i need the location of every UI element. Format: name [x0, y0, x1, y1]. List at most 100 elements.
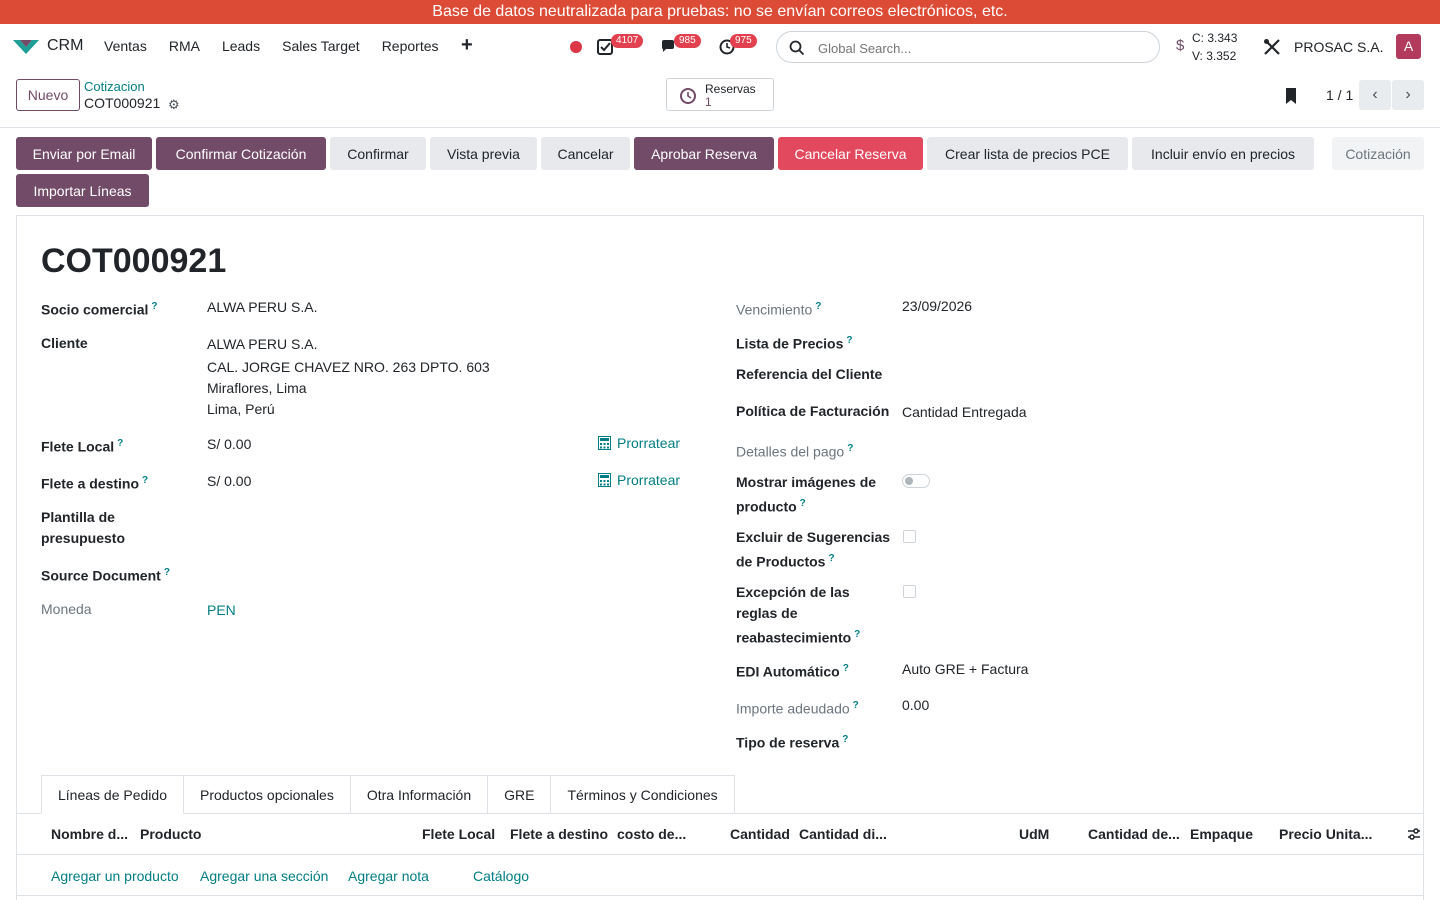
tab-terms[interactable]: Términos y Condiciones: [551, 775, 735, 814]
partner-field[interactable]: ALWA PERU S.A.: [207, 297, 317, 318]
help-icon: ?: [799, 498, 806, 509]
column-header-quantity[interactable]: Cantidad: [730, 826, 790, 842]
column-header-dest-freight[interactable]: Flete a destino: [510, 826, 608, 842]
confirm-quotation-button[interactable]: Confirmar Cotización: [156, 137, 326, 170]
pager-next-button[interactable]: ›: [1392, 80, 1424, 110]
dest-freight-field[interactable]: S/ 0.00: [207, 471, 251, 492]
help-icon: ?: [847, 443, 854, 454]
client-city: Miraflores, Lima: [207, 380, 307, 396]
pager-previous-button[interactable]: ‹: [1359, 80, 1391, 110]
approve-reservation-button[interactable]: Aprobar Reserva: [634, 137, 774, 170]
template-label: Plantilla de presupuesto: [41, 509, 126, 546]
show-images-toggle[interactable]: [902, 474, 930, 488]
currency-field[interactable]: PEN: [207, 600, 236, 621]
prorate-local-button[interactable]: Prorratear: [598, 435, 680, 451]
global-search[interactable]: [776, 31, 1160, 63]
help-icon: ?: [163, 567, 170, 578]
menu-item-reportes[interactable]: Reportes: [382, 38, 439, 54]
menu-item-ventas[interactable]: Ventas: [104, 38, 147, 54]
column-header-unit-price[interactable]: Precio Unita...: [1279, 826, 1372, 842]
rate-buy: C: 3.343: [1192, 31, 1238, 45]
tab-optional-products[interactable]: Productos opcionales: [183, 775, 351, 814]
amount-due-field: 0.00: [902, 697, 930, 713]
replenish-exception-label: Excepción de las reglas de reabastecimie…: [736, 584, 861, 646]
partner-label: Socio comercial?: [41, 301, 158, 318]
breadcrumb-parent[interactable]: Cotizacion: [84, 79, 145, 94]
currency-label: Moneda: [41, 601, 92, 617]
create-pricelist-button[interactable]: Crear lista de precios PCE: [927, 137, 1128, 170]
add-product-link[interactable]: Agregar un producto: [51, 868, 179, 884]
debug-tools-icon[interactable]: [1263, 38, 1281, 56]
payment-details-label: Detalles del pago?: [736, 443, 854, 460]
gear-icon[interactable]: ⚙: [168, 97, 180, 113]
messages-badge: 985: [674, 34, 701, 48]
menu-item-rma[interactable]: RMA: [169, 38, 200, 54]
menu-item-sales-target[interactable]: Sales Target: [282, 38, 360, 54]
client-street: CAL. JORGE CHAVEZ NRO. 263 DPTO. 603: [207, 359, 490, 375]
replenish-exception-checkbox[interactable]: [903, 585, 916, 598]
quick-create-plus-icon[interactable]: +: [461, 34, 473, 57]
confirm-button[interactable]: Confirmar: [330, 137, 426, 170]
global-search-input[interactable]: [818, 38, 1138, 58]
add-note-link[interactable]: Agregar nota: [348, 868, 429, 884]
dest-freight-label: Flete a destino?: [41, 475, 149, 492]
app-name[interactable]: CRM: [47, 37, 83, 55]
local-freight-label: Flete Local?: [41, 438, 124, 455]
client-name[interactable]: ALWA PERU S.A.: [207, 334, 317, 355]
exclude-suggestions-checkbox[interactable]: [903, 530, 916, 543]
user-avatar[interactable]: A: [1396, 34, 1421, 59]
local-freight-field[interactable]: S/ 0.00: [207, 434, 251, 455]
tab-order-lines[interactable]: Líneas de Pedido: [41, 775, 184, 814]
help-icon: ?: [846, 335, 853, 346]
amount-due-label: Importe adeudado?: [736, 700, 859, 717]
tab-gre[interactable]: GRE: [488, 775, 552, 814]
crm-logo-icon[interactable]: [12, 36, 40, 58]
column-header-qty-available[interactable]: Cantidad di...: [799, 826, 887, 842]
bookmark-icon[interactable]: [1284, 87, 1298, 105]
column-header-product[interactable]: Producto: [140, 826, 201, 842]
include-shipping-button[interactable]: Incluir envío en precios: [1132, 137, 1314, 170]
main-menu: Ventas RMA Leads Sales Target Reportes: [104, 38, 461, 54]
edi-field[interactable]: Auto GRE + Factura: [902, 659, 1028, 680]
record-title: COT000921: [41, 242, 227, 280]
add-line-row: Agregar un producto Agregar una sección …: [17, 856, 1423, 896]
column-header-qty-delivered[interactable]: Cantidad de...: [1088, 826, 1180, 842]
edi-label: EDI Automático?: [736, 663, 849, 680]
send-email-button[interactable]: Enviar por Email: [16, 137, 152, 170]
column-header-name[interactable]: Nombre d...: [51, 826, 128, 842]
column-header-packaging[interactable]: Empaque: [1190, 826, 1253, 842]
status-quotation[interactable]: Cotización: [1332, 137, 1424, 170]
column-header-uom[interactable]: UdM: [1019, 826, 1049, 842]
column-header-local-freight[interactable]: Flete Local: [422, 826, 495, 842]
help-icon: ?: [828, 553, 835, 564]
cancel-button[interactable]: Cancelar: [541, 137, 630, 170]
rate-sell: V: 3.352: [1192, 49, 1237, 63]
prorate-dest-button[interactable]: Prorratear: [598, 472, 680, 488]
reservation-type-label: Tipo de reserva?: [736, 734, 849, 751]
tab-other-info[interactable]: Otra Información: [350, 775, 489, 814]
new-button[interactable]: Nuevo: [16, 79, 80, 111]
optional-columns-sliders-icon[interactable]: [1407, 827, 1421, 841]
add-section-link[interactable]: Agregar una sección: [200, 868, 328, 884]
catalog-link[interactable]: Catálogo: [473, 868, 529, 884]
column-header-cost[interactable]: costo de...: [617, 826, 686, 842]
recording-dot-icon[interactable]: [570, 41, 582, 53]
help-icon: ?: [852, 700, 859, 711]
form-sheet: COT000921 Socio comercial? ALWA PERU S.A…: [16, 215, 1424, 900]
menu-item-leads[interactable]: Leads: [222, 38, 260, 54]
show-images-label: Mostrar imágenes de producto?: [736, 474, 877, 515]
pricelist-label: Lista de Precios?: [736, 335, 853, 352]
expiration-field[interactable]: 23/09/2026: [902, 296, 972, 317]
control-panel: Nuevo Cotizacion COT000921 ⚙ Reservas 1 …: [0, 70, 1440, 128]
preview-button[interactable]: Vista previa: [430, 137, 537, 170]
help-icon: ?: [842, 734, 849, 745]
calculator-icon: [598, 473, 611, 487]
invoice-policy-field[interactable]: Cantidad Entregada: [902, 402, 1027, 423]
import-lines-button[interactable]: Importar Líneas: [16, 174, 149, 207]
reservas-smart-button[interactable]: Reservas 1: [666, 78, 774, 111]
cancel-reservation-button[interactable]: Cancelar Reserva: [778, 137, 923, 170]
pager-value[interactable]: 1 / 1: [1326, 87, 1353, 103]
activity-badge: 4107: [611, 34, 644, 48]
company-switcher[interactable]: PROSAC S.A.: [1294, 39, 1383, 55]
reservas-count: 1: [705, 95, 712, 109]
